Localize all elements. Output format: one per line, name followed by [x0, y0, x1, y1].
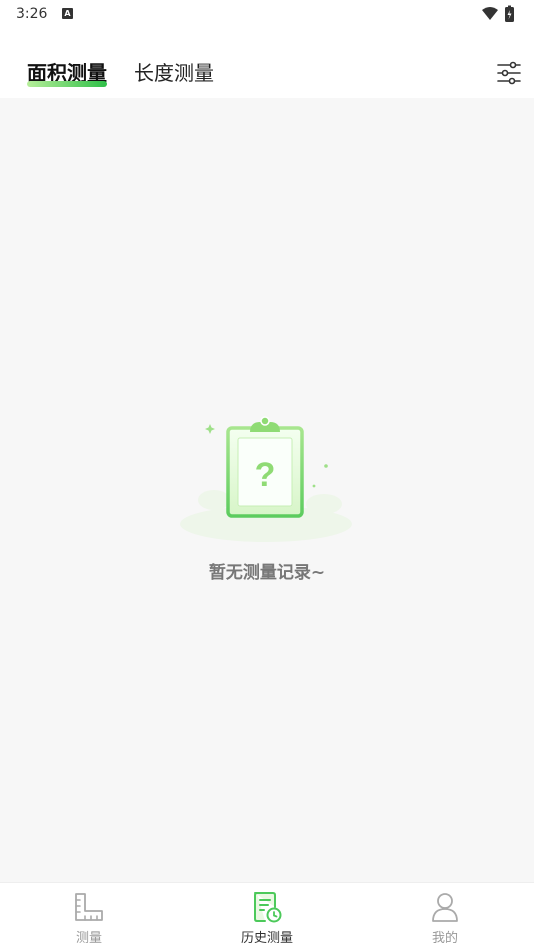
sliders-icon[interactable]: [496, 60, 522, 86]
bottom-navigation: 测量 历史测量 我的: [0, 882, 534, 951]
history-document-icon: [254, 892, 282, 923]
nav-label-measure: 测量: [75, 931, 102, 946]
active-tab-indicator: [27, 81, 107, 87]
status-bar: 3:26 A: [0, 0, 534, 30]
clipboard-question-icon: ?: [180, 416, 352, 542]
header: 面积测量 长度测量: [0, 30, 534, 98]
nav-item-history[interactable]: 历史测量: [217, 883, 317, 951]
user-icon: [432, 893, 458, 922]
nav-label-history: 历史测量: [240, 931, 293, 946]
svg-text:?: ?: [255, 456, 276, 494]
empty-state-text: 暂无测量记录~: [208, 563, 326, 583]
ruler-icon: [75, 893, 103, 921]
nav-item-mine[interactable]: 我的: [395, 883, 495, 951]
status-time: 3:26: [16, 6, 48, 22]
wifi-battery-icon: [482, 5, 514, 22]
tab-length-measure[interactable]: 长度测量: [134, 60, 214, 86]
nav-item-measure[interactable]: 测量: [39, 883, 139, 951]
notification-a-icon: A: [62, 8, 73, 19]
nav-label-mine: 我的: [431, 931, 458, 946]
